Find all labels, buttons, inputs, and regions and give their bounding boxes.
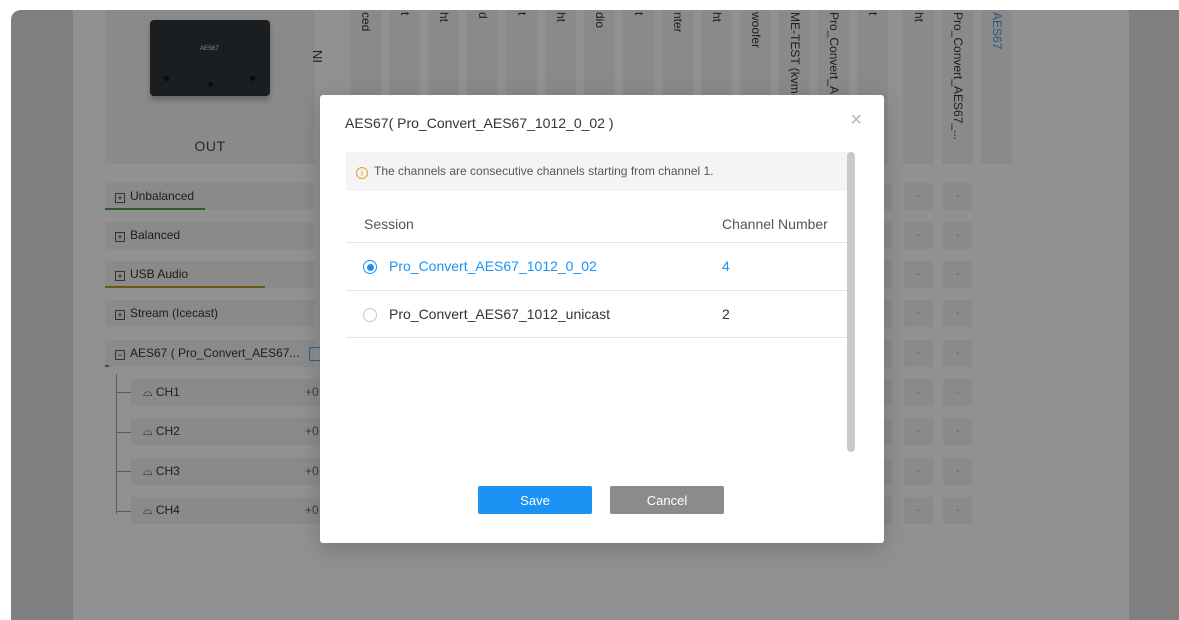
notice-text: The channels are consecutive channels st… <box>374 164 714 178</box>
dialog-title: AES67( Pro_Convert_AES67_1012_0_02 ) <box>345 115 614 131</box>
header-channel-number: Channel Number <box>722 216 828 232</box>
dialog-scrollbar[interactable] <box>847 152 855 452</box>
channel-number: 4 <box>722 258 730 274</box>
save-button[interactable]: Save <box>478 486 592 514</box>
session-name: Pro_Convert_AES67_1012_unicast <box>389 306 611 322</box>
close-icon[interactable]: × <box>850 109 862 132</box>
radio-icon[interactable] <box>363 308 377 322</box>
session-name: Pro_Convert_AES67_1012_0_02 <box>389 258 597 274</box>
session-row[interactable]: Pro_Convert_AES67_1012_0_02 4 <box>346 242 854 290</box>
modal-overlay: AES67( Pro_Convert_AES67_1012_0_02 ) × i… <box>0 0 1179 620</box>
aes67-session-dialog: AES67( Pro_Convert_AES67_1012_0_02 ) × i… <box>320 95 884 543</box>
cancel-button[interactable]: Cancel <box>610 486 724 514</box>
header-session: Session <box>364 216 414 232</box>
channel-number: 2 <box>722 306 730 322</box>
notice-banner: i The channels are consecutive channels s… <box>346 152 854 191</box>
session-row[interactable]: Pro_Convert_AES67_1012_unicast 2 <box>346 290 854 338</box>
info-icon: i <box>356 167 368 179</box>
radio-icon[interactable] <box>363 260 377 274</box>
